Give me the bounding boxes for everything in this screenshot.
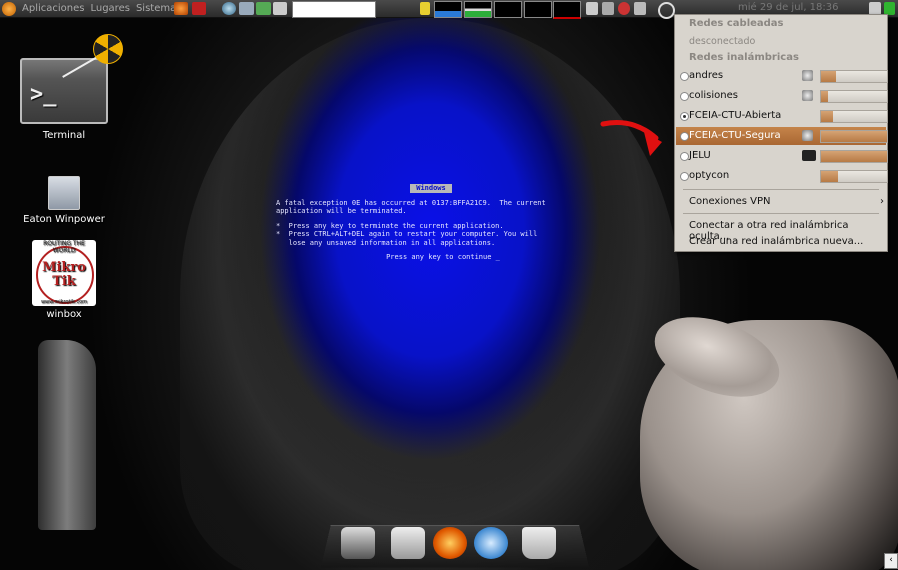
- menu-separator: [683, 189, 879, 190]
- bsod-header: Windows: [410, 184, 452, 193]
- network-item-fceia-segura[interactable]: FCEIA-CTU-Segura: [676, 127, 888, 145]
- signal-bar: [820, 110, 888, 123]
- red-arrow-icon: [600, 120, 662, 156]
- dock-files-icon[interactable]: [391, 527, 425, 559]
- network-item-colisiones[interactable]: colisiones: [676, 87, 888, 105]
- desktop-icon-label: Eaton Winpower: [23, 214, 105, 225]
- scythe-image: [38, 340, 96, 530]
- dock-browser-icon[interactable]: [474, 527, 508, 559]
- signal-bar: [820, 170, 888, 183]
- vpn-connections-item[interactable]: Conexiones VPN: [689, 196, 770, 207]
- panel-search-input[interactable]: [292, 1, 376, 18]
- radio-button: [680, 152, 689, 161]
- radio-button: [680, 172, 689, 181]
- menu-system[interactable]: Sistema: [136, 3, 176, 14]
- hooded-figure-image: [180, 18, 680, 570]
- dock-trash-icon[interactable]: [522, 527, 556, 559]
- network-menu: Redes cableadas desconectado Redes inalá…: [674, 14, 888, 252]
- wired-status: desconectado: [689, 36, 756, 47]
- panel-clock[interactable]: mié 29 de jul, 18:36: [738, 2, 839, 13]
- menu-places[interactable]: Lugares: [90, 3, 129, 14]
- network-item-fceia-abierta[interactable]: FCEIA-CTU-Abierta: [676, 107, 888, 125]
- network-monitor: [494, 1, 522, 18]
- gnome-foot-icon[interactable]: [2, 1, 16, 16]
- swap-monitor: [524, 1, 552, 18]
- signal-bar: [820, 150, 888, 163]
- cpu-monitor: [434, 1, 462, 18]
- eaton-icon: [48, 176, 80, 210]
- wireless-header: Redes inalámbricas: [689, 52, 799, 63]
- network-name: optycon: [689, 170, 730, 181]
- browser-launcher-icon[interactable]: [222, 2, 236, 15]
- network-launcher-icon[interactable]: [256, 2, 271, 15]
- network-name: JELU: [689, 150, 711, 161]
- app-launcher-icon[interactable]: [192, 2, 206, 15]
- menu-separator: [683, 213, 879, 214]
- wired-header: Redes cableadas: [689, 18, 784, 29]
- terminal-panel-icon[interactable]: [602, 2, 614, 15]
- network-name: andres: [689, 70, 724, 81]
- network-name: FCEIA-CTU-Abierta: [689, 110, 782, 121]
- panel-menus: Aplicaciones Lugares Sistema: [2, 0, 176, 17]
- lock-icon: [802, 90, 813, 101]
- radio-button: [680, 92, 689, 101]
- radio-button-selected: [680, 112, 689, 121]
- radio-button: [680, 72, 689, 81]
- radio-button: [680, 132, 689, 141]
- desktop-icon-winbox[interactable]: ROUTING THE WORLD Mikro Tik www.mikrotik…: [14, 240, 114, 320]
- lock-icon: [802, 70, 813, 81]
- network-item-andres[interactable]: andres: [676, 67, 888, 85]
- desktop-icon-terminal[interactable]: >_ Terminal: [14, 56, 114, 141]
- lock-icon: [802, 130, 813, 141]
- mail-launcher-icon[interactable]: [239, 2, 254, 15]
- scroll-left-button[interactable]: ‹: [884, 553, 898, 569]
- terminal-icon: >_: [20, 56, 108, 124]
- create-network-item[interactable]: Crear una red inalámbrica nueva...: [689, 236, 863, 247]
- mikrotik-icon: ROUTING THE WORLD Mikro Tik www.mikrotik…: [32, 240, 96, 306]
- chevron-right-icon: ›: [880, 196, 884, 207]
- lock-launcher-icon[interactable]: [273, 2, 287, 15]
- load-monitor: [553, 1, 581, 19]
- bsod-line-1: A fatal exception 0E has occurred at 013…: [276, 198, 546, 216]
- signal-bar: [820, 70, 888, 83]
- network-name: FCEIA-CTU-Segura: [689, 130, 781, 141]
- network-item-jelu[interactable]: JELU: [676, 147, 888, 165]
- desktop-icon-label: Terminal: [42, 130, 86, 141]
- bsod-screen: Windows A fatal exception 0E has occurre…: [276, 184, 586, 268]
- signal-bar: [820, 130, 888, 143]
- dock-monitor-icon[interactable]: [341, 527, 375, 559]
- adhoc-icon: [802, 150, 816, 161]
- search-icon[interactable]: [658, 2, 675, 19]
- memory-monitor: [464, 1, 492, 18]
- window-icon[interactable]: [586, 2, 598, 15]
- desktop-icon-label: winbox: [46, 309, 82, 320]
- network-item-optycon[interactable]: optycon: [676, 167, 888, 185]
- signal-bar: [820, 90, 888, 103]
- record-icon[interactable]: [618, 2, 630, 15]
- dock-firefox-icon[interactable]: [433, 527, 467, 559]
- printer-icon[interactable]: [634, 2, 646, 15]
- notes-icon[interactable]: [420, 2, 430, 15]
- desktop-icon-eaton[interactable]: Eaton Winpower: [14, 176, 114, 225]
- radiation-icon: [93, 34, 123, 64]
- bsod-line-3: Press any key to continue _: [386, 253, 500, 261]
- menu-applications[interactable]: Aplicaciones: [22, 3, 84, 14]
- network-name: colisiones: [689, 90, 738, 101]
- firefox-launcher-icon[interactable]: [174, 2, 188, 15]
- bsod-line-2: * Press any key to terminate the current…: [276, 221, 538, 247]
